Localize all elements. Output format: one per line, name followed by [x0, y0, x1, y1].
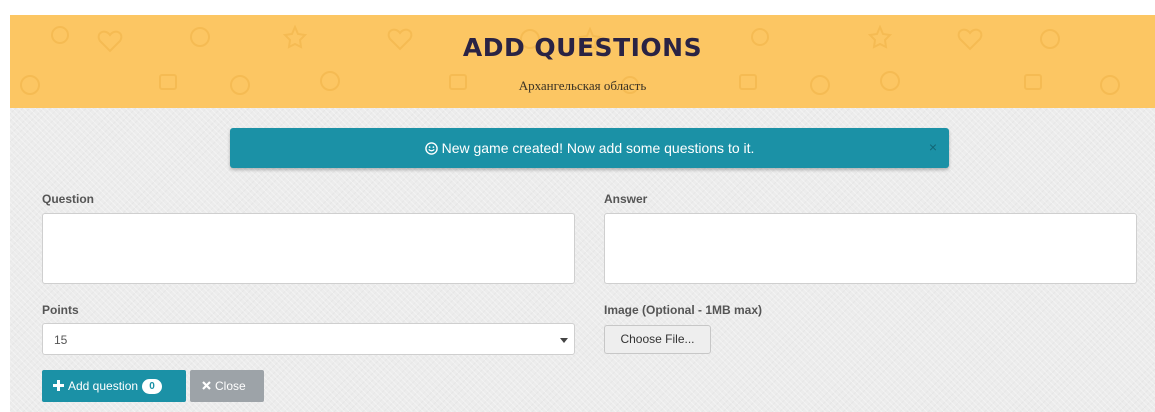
- points-label: Points: [42, 303, 79, 317]
- close-button[interactable]: Close: [190, 370, 264, 402]
- chevron-down-icon: [560, 338, 568, 343]
- points-select-value: 15: [54, 333, 68, 347]
- close-button-label: Close: [215, 379, 246, 393]
- page-title: Add Questions: [462, 33, 703, 62]
- plus-icon: [53, 380, 64, 391]
- alert-message: New game created! Now add some questions…: [441, 140, 755, 156]
- question-input[interactable]: [42, 213, 575, 284]
- page-frame: Add Questions Архангельская область New …: [10, 15, 1155, 412]
- alert-close-button[interactable]: ×: [929, 139, 937, 155]
- close-icon: [202, 381, 211, 390]
- success-alert: New game created! Now add some questions…: [230, 128, 949, 168]
- question-count-badge: 0: [142, 379, 163, 394]
- answer-input[interactable]: [604, 213, 1137, 284]
- add-question-button[interactable]: Add question 0: [42, 370, 186, 402]
- image-label: Image (Optional - 1MB max): [604, 303, 763, 317]
- alert-body: New game created! Now add some questions…: [230, 140, 949, 156]
- points-select[interactable]: 15: [42, 323, 575, 355]
- choose-file-button[interactable]: Choose File...: [604, 325, 711, 354]
- smiley-icon: [424, 142, 438, 155]
- question-label: Question: [42, 192, 95, 206]
- page-header: Add Questions Архангельская область: [10, 15, 1155, 108]
- add-question-label: Add question: [68, 379, 139, 393]
- page-subtitle: Архангельская область: [518, 78, 647, 93]
- answer-label: Answer: [604, 192, 648, 206]
